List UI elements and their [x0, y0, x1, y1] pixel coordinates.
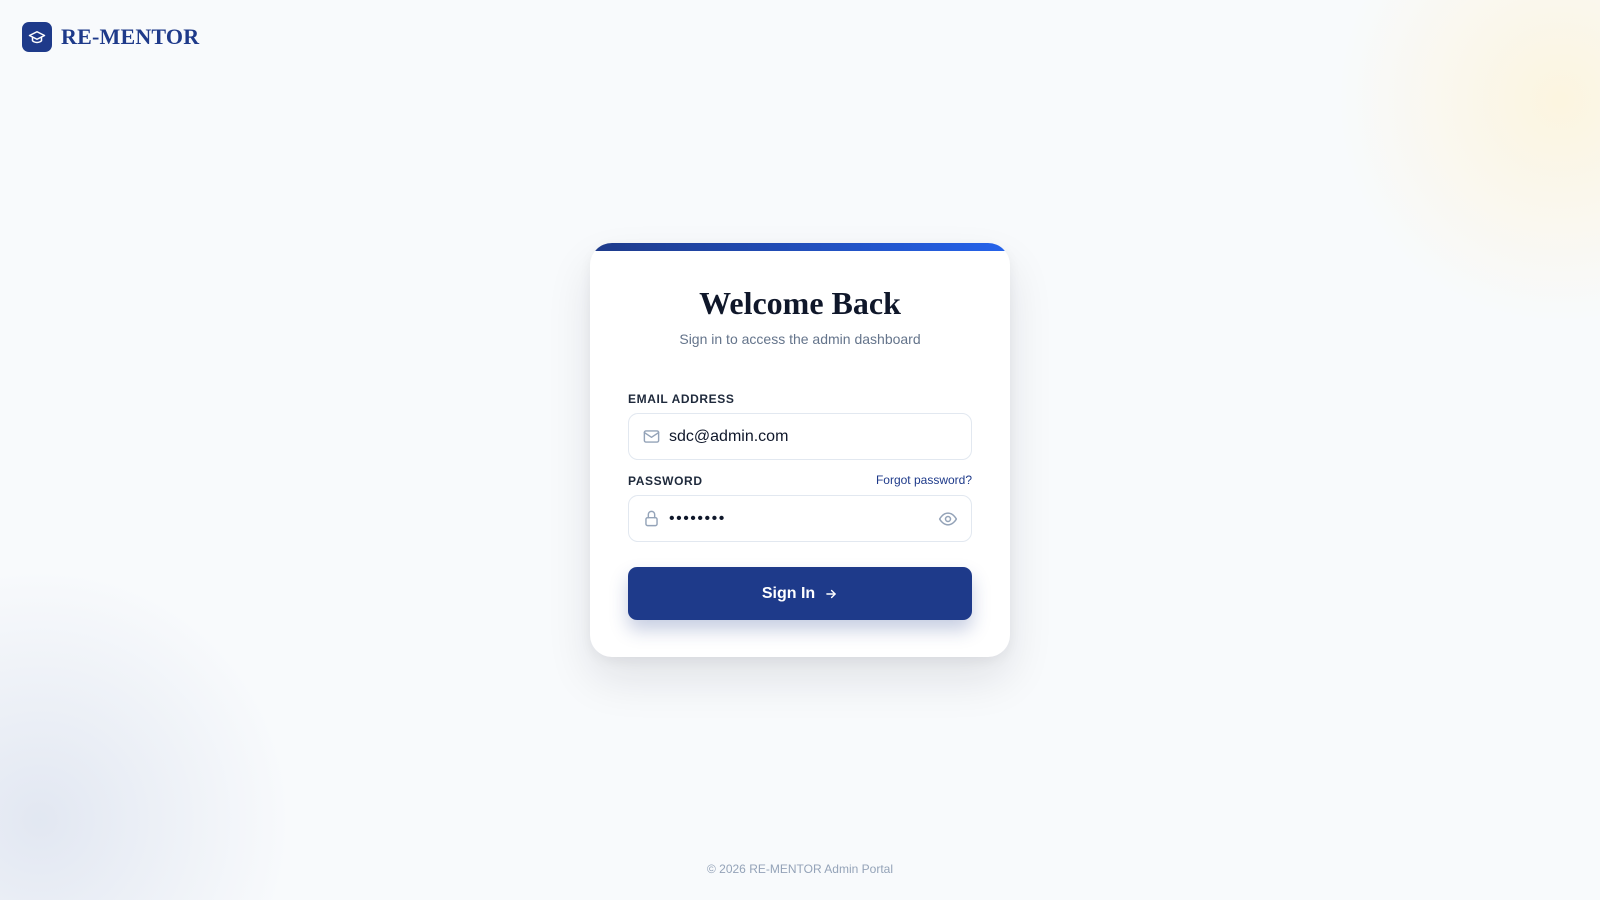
email-field[interactable] [628, 413, 972, 460]
login-page: RE-MENTOR Welcome Back Sign in to access… [0, 0, 1600, 900]
lock-icon [641, 509, 661, 529]
password-field[interactable]: •••••••• [628, 495, 972, 542]
arrow-right-icon [824, 587, 838, 601]
forgot-password-link[interactable]: Forgot password? [876, 473, 972, 487]
login-title: Welcome Back [699, 285, 901, 321]
password-label: PASSWORD [628, 474, 703, 488]
eye-icon[interactable] [937, 508, 959, 530]
card-accent-bar [590, 243, 1010, 251]
sign-in-button[interactable]: Sign In [628, 567, 972, 620]
email-label: EMAIL ADDRESS [628, 392, 735, 406]
graduation-cap-icon [22, 22, 52, 52]
login-subtitle: Sign in to access the admin dashboard [679, 331, 921, 347]
sign-in-label: Sign In [761, 584, 816, 602]
footer-copyright: © 2026 RE-MENTOR Admin Portal [706, 862, 894, 876]
brand-name: RE-MENTOR [61, 24, 200, 49]
brand-logo[interactable]: RE-MENTOR [22, 22, 199, 52]
login-card: Welcome Back Sign in to access the admin… [590, 243, 1010, 657]
email-input[interactable] [669, 427, 959, 446]
mail-icon [641, 427, 661, 447]
password-input[interactable]: •••••••• [669, 510, 937, 528]
